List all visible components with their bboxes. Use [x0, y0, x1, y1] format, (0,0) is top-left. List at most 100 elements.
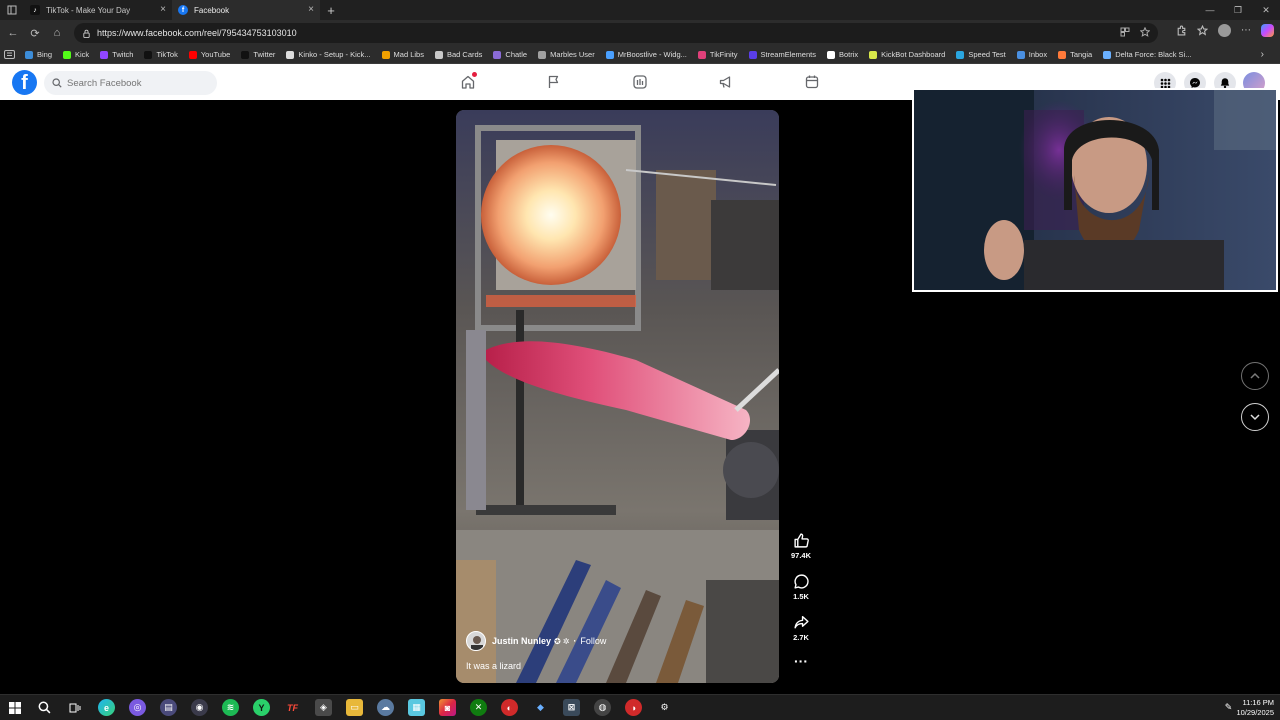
app-icon[interactable]: ▤ [160, 699, 177, 716]
app-icon[interactable]: ◆ [532, 699, 549, 716]
bookmark-favicon-icon [826, 50, 835, 59]
url-field[interactable]: https://www.facebook.com/reel/7954347531… [74, 23, 1158, 43]
chrome-app-icon[interactable]: ◎ [129, 699, 146, 716]
lock-icon [83, 29, 90, 38]
terminal-icon[interactable]: ⊠ [563, 699, 580, 716]
follow-button[interactable]: Follow [580, 636, 606, 646]
app-icon[interactable]: ◍ [594, 699, 611, 716]
bookmark-item[interactable]: Kick [63, 50, 89, 59]
system-clock[interactable]: 11:16 PM 10/29/2025 [1236, 698, 1274, 718]
tab-facebook[interactable]: f Facebook × [172, 0, 320, 20]
close-icon[interactable]: × [308, 4, 314, 16]
tab-tiktok[interactable]: ♪ TikTok - Make Your Day × [24, 0, 172, 20]
author-name[interactable]: Justin Nunley [492, 636, 551, 646]
separator-dot: · [573, 636, 577, 646]
more-options-icon[interactable]: ··· [788, 654, 814, 668]
bookmark-label: Kick [75, 50, 90, 59]
bookmark-favicon-icon [605, 50, 614, 59]
windows-start-icon[interactable] [6, 699, 23, 716]
bookmark-item[interactable]: Inbox [1016, 50, 1047, 59]
refresh-icon[interactable]: ⟳ [24, 23, 46, 43]
search-icon[interactable] [36, 699, 53, 716]
minimize-icon[interactable]: — [1196, 0, 1224, 20]
spotify-icon[interactable]: ≋ [222, 699, 239, 716]
bookmark-favicon-icon [1016, 50, 1025, 59]
comment-icon [788, 573, 814, 590]
bookmark-item[interactable]: MrBoostlive - Widg... [605, 50, 687, 59]
nav-events[interactable] [802, 72, 822, 92]
bookmark-item[interactable]: Bad Cards [434, 50, 482, 59]
close-icon[interactable]: × [160, 4, 166, 16]
nav-ads[interactable] [716, 72, 736, 92]
close-window-icon[interactable]: ✕ [1252, 0, 1280, 20]
app-available-icon[interactable] [1120, 27, 1130, 37]
next-reel-button[interactable] [1241, 403, 1269, 431]
bookmark-favicon-icon [241, 50, 250, 59]
search-input[interactable] [67, 77, 207, 89]
share-button[interactable]: 2.7K [788, 614, 814, 642]
bookmark-item[interactable]: Tangia [1058, 50, 1092, 59]
app-icon[interactable]: ☁ [377, 699, 394, 716]
profile-avatar[interactable] [1218, 24, 1231, 37]
tab-title: Facebook [194, 5, 230, 15]
tab-actions-icon[interactable] [0, 0, 24, 20]
notepad-icon[interactable]: ▦ [408, 699, 425, 716]
tiktok-finity-icon[interactable]: TF [284, 699, 301, 716]
bookmark-item[interactable]: YouTube [188, 50, 230, 59]
comment-button[interactable]: 1.5K [788, 573, 814, 601]
bookmark-item[interactable]: Speed Test [956, 50, 1006, 59]
app-icon[interactable]: ◐ [501, 699, 518, 716]
bookmark-item[interactable]: KickBot Dashboard [869, 50, 945, 59]
facebook-logo[interactable]: f [12, 70, 37, 95]
reel-video[interactable]: Justin Nunley ✪ ✲ · Follow It was a liza… [456, 110, 779, 683]
nav-home[interactable] [458, 72, 478, 92]
previous-reel-button[interactable] [1241, 362, 1269, 390]
favorite-star-icon[interactable] [1140, 27, 1150, 37]
nav-video[interactable] [630, 72, 650, 92]
bookmark-item[interactable]: Bing [25, 50, 52, 59]
clock-date: 10/29/2025 [1236, 708, 1274, 717]
chevron-right-icon[interactable]: › [1261, 49, 1264, 60]
extensions-icon[interactable] [1176, 25, 1187, 36]
bookmark-item[interactable]: Twitter [241, 50, 275, 59]
bookmark-item[interactable]: Twitch [100, 50, 133, 59]
author-avatar[interactable] [466, 631, 486, 651]
bookmark-item[interactable]: Chatle [493, 50, 527, 59]
settings-gear-icon[interactable]: ⚙ [656, 699, 673, 716]
app-y-icon[interactable]: Y [253, 699, 270, 716]
share-count: 2.7K [793, 633, 809, 642]
favorites-icon[interactable] [1197, 25, 1208, 36]
settings-badge-icon: ✲ [562, 636, 570, 646]
bookmark-item[interactable]: Delta Force: Black Si... [1103, 50, 1191, 59]
bookmark-item[interactable]: Mad Libs [381, 50, 424, 59]
bookmark-item[interactable]: Kinko - Setup - Kick... [286, 50, 371, 59]
bookmark-item[interactable]: Marbles User [538, 50, 595, 59]
restore-icon[interactable]: ❐ [1224, 0, 1252, 20]
back-icon[interactable]: ← [2, 23, 24, 43]
edge-browser-icon[interactable]: e [98, 699, 115, 716]
bookmark-item[interactable]: StreamElements [748, 50, 816, 59]
new-tab-button[interactable]: + [320, 3, 342, 18]
file-explorer-icon[interactable]: ▭ [346, 699, 363, 716]
chevron-down-icon [1250, 414, 1260, 421]
clock-time: 11:16 PM [1242, 698, 1274, 707]
more-options-icon[interactable]: ⋯ [1241, 25, 1251, 36]
obs-icon[interactable]: ◉ [191, 699, 208, 716]
bookmark-item[interactable]: TikFinity [697, 50, 738, 59]
xbox-icon[interactable]: ✕ [470, 699, 487, 716]
sidebar-toggle-icon[interactable] [4, 50, 15, 59]
task-view-icon[interactable] [66, 699, 83, 716]
search-bar[interactable] [44, 71, 217, 95]
app-icon[interactable]: ◑ [625, 699, 642, 716]
unity-icon[interactable]: ◈ [315, 699, 332, 716]
bookmark-favicon-icon [100, 50, 109, 59]
bookmark-item[interactable]: Botrix [826, 50, 858, 59]
instagram-icon[interactable]: ◙ [439, 699, 456, 716]
pen-icon[interactable]: ✎ [1220, 699, 1237, 716]
nav-pages[interactable] [544, 72, 564, 92]
like-count: 97.4K [790, 551, 811, 560]
like-button[interactable]: 97.4K [788, 532, 814, 560]
bookmark-item[interactable]: TikTok [144, 50, 178, 59]
home-icon[interactable]: ⌂ [46, 23, 68, 43]
copilot-icon[interactable] [1261, 24, 1274, 37]
